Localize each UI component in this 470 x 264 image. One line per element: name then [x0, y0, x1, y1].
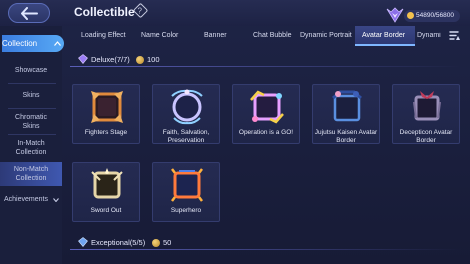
sidebar-item-achievements[interactable]: Achievements [0, 195, 62, 204]
divider [8, 134, 56, 135]
avatar-border-card[interactable]: Jujutsu Kaisen Avatar Border [312, 84, 380, 144]
coin-icon [136, 56, 144, 64]
avatar-border-card[interactable]: Operation is a GO! [232, 84, 300, 144]
currency-counter: 54890/56800 [404, 10, 460, 22]
tab-active-underline [355, 44, 415, 46]
superhero-border-icon [171, 168, 203, 202]
faith-salvation-border-icon [171, 89, 203, 125]
tab-dynamic-overflow[interactable]: Dynami [417, 32, 441, 39]
tab-avatar-border[interactable]: Avatar Border [362, 32, 405, 39]
divider [8, 83, 56, 84]
sidebar-item-in-match-collection[interactable]: In-Match Collection [0, 139, 62, 157]
sidebar-item-non-match-collection[interactable]: Non-Match Collection [0, 162, 62, 186]
tab-dynamic-portrait[interactable]: Dynamic Portrait [300, 32, 352, 39]
section-header-deluxe: Deluxe(7/7) 100 [70, 53, 462, 67]
avatar-border-card[interactable]: Superhero [152, 162, 220, 222]
jujutsu-kaisen-border-icon [332, 90, 362, 122]
avatar-border-card[interactable]: Sword Out [72, 162, 140, 222]
tab-banner[interactable]: Banner [204, 32, 227, 39]
chevron-down-icon [53, 198, 59, 202]
tab-loading-effect[interactable]: Loading Effect [81, 32, 126, 39]
tab-chat-bubble[interactable]: Chat Bubble [253, 32, 292, 39]
coin-icon [407, 12, 414, 19]
sidebar-item-skins[interactable]: Skins [0, 91, 62, 100]
back-button[interactable] [8, 3, 50, 23]
decepticon-border-icon [413, 91, 441, 121]
section-divider [70, 249, 462, 250]
filter-icon[interactable] [449, 30, 461, 42]
gem-icon [78, 237, 88, 247]
avatar-border-card[interactable]: Fighters Stage [72, 84, 140, 144]
sidebar-item-collection[interactable]: Collection [2, 35, 64, 52]
gem-icon [78, 54, 88, 64]
sidebar-item-chromatic-skins[interactable]: Chromatic Skins [0, 113, 62, 131]
chevron-up-icon [54, 41, 61, 46]
page-title: Collectible [74, 5, 135, 19]
avatar-border-card[interactable]: Faith, Salvation, Preservation [152, 84, 220, 144]
sword-out-border-icon [91, 168, 123, 199]
coin-icon [152, 239, 160, 247]
avatar-border-card[interactable]: Decepticon Avatar Border [392, 84, 460, 144]
section-header-exceptional: Exceptional(5/5) 50 [70, 236, 462, 250]
emblem-icon [386, 7, 404, 23]
divider [8, 108, 56, 109]
sidebar-item-showcase[interactable]: Showcase [0, 66, 62, 75]
back-arrow-icon [21, 7, 38, 20]
fighters-stage-border-icon [91, 91, 123, 123]
tab-name-color[interactable]: Name Color [141, 32, 178, 39]
operation-go-border-icon [250, 90, 284, 124]
section-divider [70, 66, 462, 67]
